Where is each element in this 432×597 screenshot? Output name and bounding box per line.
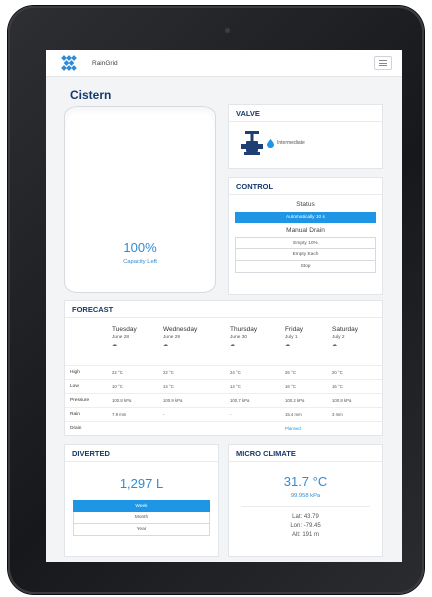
stop-button[interactable]: Stop bbox=[235, 261, 376, 273]
row-label: High bbox=[70, 370, 80, 375]
valve-panel: VALVE Intermediate bbox=[228, 104, 383, 169]
manual-drain-label: Manual Drain bbox=[286, 227, 325, 234]
status-label: Status bbox=[296, 201, 315, 208]
forecast-cell: 26 °C bbox=[285, 370, 296, 375]
week-button[interactable]: Week bbox=[73, 500, 210, 512]
capacity-label: Capacity Left bbox=[123, 259, 157, 265]
tablet-frame: RainGrid Cistern 100% Capacity Left VALV… bbox=[8, 6, 424, 594]
forecast-days-header: Tuesday June 28 ☁ Wednesday June 29 ☁ Th… bbox=[65, 321, 382, 365]
forecast-cell: 7.9 mm bbox=[112, 412, 127, 417]
water-drop-icon bbox=[267, 138, 274, 148]
empty-10-button[interactable]: Empty 10% bbox=[235, 237, 376, 249]
cloud-icon: ☁ bbox=[112, 342, 117, 348]
status-value-button[interactable]: Automatically 10 s bbox=[235, 212, 376, 223]
forecast-cell: 22 °C bbox=[112, 370, 123, 375]
control-panel: CONTROL Status Automatically 10 s Manual… bbox=[228, 177, 383, 295]
raingrid-logo-icon bbox=[61, 55, 77, 71]
cloud-icon: ☁ bbox=[332, 342, 337, 348]
day-date: July 2 bbox=[332, 335, 345, 340]
valve-state: Intermediate bbox=[277, 140, 305, 146]
temperature-value: 31.7 °C bbox=[283, 474, 328, 489]
empty-each-button[interactable]: Empty Each bbox=[235, 249, 376, 261]
day-name: Tuesday bbox=[112, 326, 137, 333]
cloud-icon: ☁ bbox=[285, 342, 290, 348]
altitude-value: Alt: 191 m bbox=[291, 532, 319, 538]
capacity-value: 100% bbox=[123, 240, 157, 255]
forecast-cell: - bbox=[163, 412, 165, 417]
forecast-cell: 100.2 kPa bbox=[285, 398, 305, 403]
day-name: Friday bbox=[285, 326, 304, 333]
brand-name: RainGrid bbox=[92, 59, 118, 67]
row-label: Rain bbox=[70, 412, 80, 417]
forecast-cell: 14 °C bbox=[230, 384, 241, 389]
forecast-day: Thursday June 30 ☁ bbox=[230, 326, 257, 348]
divider bbox=[241, 506, 370, 507]
app-screen: RainGrid Cistern 100% Capacity Left VALV… bbox=[46, 50, 402, 562]
day-name: Saturday bbox=[332, 326, 359, 333]
diverted-title: DIVERTED bbox=[65, 445, 218, 462]
diverted-panel: DIVERTED 1,297 L Week Month Year bbox=[64, 444, 219, 557]
forecast-row-pressure: Pressure 100.8 kPa 100.9 kPa 100.7 kPa 1… bbox=[65, 393, 382, 407]
diverted-value: 1,297 L bbox=[119, 476, 164, 491]
forecast-panel: FORECAST Tuesday June 28 ☁ Wednesday Jun… bbox=[64, 300, 383, 436]
control-title: CONTROL bbox=[229, 178, 382, 195]
forecast-cell: 22 °C bbox=[163, 370, 174, 375]
latitude-value: Lat: 43.79 bbox=[292, 514, 319, 520]
forecast-cell: 24 °C bbox=[230, 370, 241, 375]
valve-icon bbox=[241, 131, 263, 155]
forecast-row-rain: Rain 7.9 mm - - 15.4 mm 3 mm bbox=[65, 407, 382, 421]
menu-line bbox=[379, 60, 387, 61]
forecast-cell: 100.9 kPa bbox=[163, 398, 183, 403]
forecast-day: Friday July 1 ☁ bbox=[285, 326, 303, 348]
micro-climate-title: MICRO CLIMATE bbox=[229, 445, 382, 462]
day-date: June 30 bbox=[230, 335, 248, 340]
cistern-tank: 100% Capacity Left bbox=[64, 106, 216, 293]
day-name: Wednesday bbox=[163, 326, 198, 333]
period-selector: Week Month Year bbox=[73, 500, 210, 536]
forecast-title: FORECAST bbox=[65, 301, 382, 318]
forecast-cell: 16 °C bbox=[332, 384, 343, 389]
forecast-row-drain: Drain Planned bbox=[65, 421, 382, 435]
camera-icon bbox=[225, 28, 230, 33]
top-bar: RainGrid bbox=[46, 50, 402, 77]
forecast-cell: 10 °C bbox=[112, 384, 123, 389]
micro-climate-panel: MICRO CLIMATE 31.7 °C 99.958 kPa Lat: 43… bbox=[228, 444, 383, 557]
forecast-cell: 3 mm bbox=[332, 412, 343, 417]
forecast-row-low: Low 10 °C 14 °C 14 °C 16 °C 16 °C bbox=[65, 379, 382, 393]
row-label: Drain bbox=[70, 426, 82, 431]
cloud-icon: ☁ bbox=[163, 342, 168, 348]
menu-line bbox=[379, 62, 387, 64]
forecast-table: Tuesday June 28 ☁ Wednesday June 29 ☁ Th… bbox=[65, 321, 382, 435]
forecast-cell: 100.8 kPa bbox=[112, 398, 132, 403]
forecast-day: Wednesday June 29 ☁ bbox=[163, 326, 197, 348]
menu-line bbox=[379, 65, 387, 66]
day-name: Thursday bbox=[230, 326, 258, 333]
forecast-cell: 20 °C bbox=[332, 370, 343, 375]
forecast-cell: 16 °C bbox=[285, 384, 296, 389]
hamburger-menu-button[interactable] bbox=[374, 56, 392, 70]
forecast-cell: 14 °C bbox=[163, 384, 174, 389]
longitude-value: Lon: -79.45 bbox=[290, 523, 321, 529]
day-date: June 29 bbox=[163, 335, 181, 340]
valve-title: VALVE bbox=[229, 105, 382, 122]
forecast-day: Saturday July 2 ☁ bbox=[332, 326, 358, 348]
row-label: Pressure bbox=[70, 398, 90, 403]
forecast-row-high: High 22 °C 22 °C 24 °C 26 °C 20 °C bbox=[65, 365, 382, 379]
year-button[interactable]: Year bbox=[73, 524, 210, 536]
drain-planned-link[interactable]: Planned bbox=[285, 426, 301, 431]
forecast-cell: 15.4 mm bbox=[285, 412, 302, 417]
cloud-icon: ☁ bbox=[230, 342, 235, 348]
pressure-value: 99.958 kPa bbox=[290, 493, 321, 499]
day-date: June 28 bbox=[112, 335, 130, 340]
forecast-cell: - bbox=[230, 412, 232, 417]
day-date: July 1 bbox=[285, 335, 298, 340]
forecast-day: Tuesday June 28 ☁ bbox=[112, 326, 137, 348]
month-button[interactable]: Month bbox=[73, 512, 210, 524]
forecast-cell: 100.7 kPa bbox=[230, 398, 250, 403]
page-title: Cistern bbox=[70, 88, 112, 102]
row-label: Low bbox=[70, 384, 79, 389]
forecast-cell: 100.8 kPa bbox=[332, 398, 352, 403]
